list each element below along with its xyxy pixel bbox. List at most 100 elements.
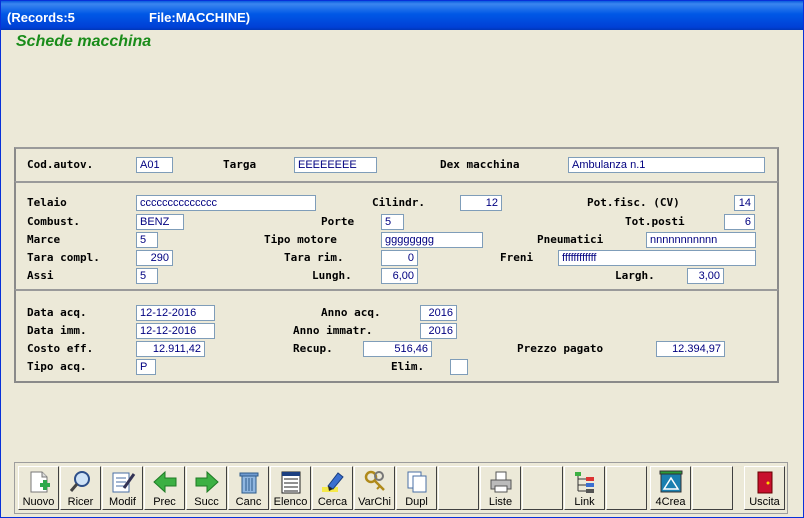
cerca-label: Cerca (317, 496, 348, 508)
header-panel: Cod.autov. A01 Targa EEEEEEEE Dex macchi… (14, 147, 779, 183)
keys-icon (364, 470, 385, 491)
recup-label: Recup. (293, 342, 333, 355)
combust-field[interactable]: BENZ (136, 214, 184, 230)
targa-field[interactable]: EEEEEEEE (294, 157, 377, 173)
lungh-label: Lungh. (312, 269, 352, 282)
costo-eff-field[interactable]: 12.911,42 (136, 341, 205, 357)
exit-door-icon (757, 471, 773, 494)
ricer-label: Ricer (67, 496, 94, 508)
tara-compl-label: Tara compl. (27, 251, 100, 264)
anno-immatr-field[interactable]: 2016 (420, 323, 457, 339)
empty-toolbar-slot (606, 466, 647, 510)
data-acq-field[interactable]: 12-12-2016 (136, 305, 215, 321)
cilindr-label: Cilindr. (372, 196, 425, 209)
canc-button[interactable]: Canc (228, 466, 269, 510)
telaio-label: Telaio (27, 196, 67, 209)
magnifier-icon (69, 471, 90, 492)
tipo-motore-field[interactable]: gggggggg (381, 232, 483, 248)
pneumatici-field[interactable]: nnnnnnnnnnn (646, 232, 756, 248)
anno-acq-label: Anno acq. (321, 306, 381, 319)
uscita-button[interactable]: Uscita (744, 466, 785, 510)
cod-autov-field[interactable]: A01 (136, 157, 173, 173)
highlighter-icon (322, 472, 344, 492)
pneumatici-label: Pneumatici (537, 233, 604, 246)
printer-icon (490, 471, 512, 493)
purchase-panel: Data acq. 12-12-2016 Anno acq. 2016 Data… (14, 289, 779, 383)
tot-posti-label: Tot.posti (625, 215, 685, 228)
porte-field[interactable]: 5 (381, 214, 404, 230)
link-label: Link (574, 496, 595, 508)
canc-label: Canc (235, 496, 262, 508)
title-bar[interactable]: (Records:5 File:MACCHINE) (1, 1, 803, 30)
pot-fisc-field[interactable]: 14 (734, 195, 755, 211)
liste-label: Liste (488, 496, 513, 508)
records-count: (Records:5 (7, 10, 75, 25)
cod-autov-label: Cod.autov. (27, 158, 94, 171)
succ-button[interactable]: Succ (186, 466, 227, 510)
cerca-button[interactable]: Cerca (312, 466, 353, 510)
largh-field[interactable]: 3,00 (687, 268, 724, 284)
porte-label: Porte (321, 215, 355, 228)
tot-posti-field[interactable]: 6 (724, 214, 755, 230)
data-imm-label: Data imm. (27, 324, 87, 337)
tara-rim-label: Tara rim. (284, 251, 344, 264)
list-icon (281, 471, 301, 494)
trash-icon (239, 472, 259, 494)
freni-field[interactable]: ffffffffffff (558, 250, 756, 266)
nuovo-button[interactable]: Nuovo (18, 466, 59, 510)
pot-fisc-label: Pot.fisc. (CV) (587, 196, 680, 209)
link-button[interactable]: Link (564, 466, 605, 510)
elim-label: Elim. (391, 360, 425, 373)
prezzo-pagato-field[interactable]: 12.394,97 (656, 341, 725, 357)
assi-label: Assi (27, 269, 54, 282)
anno-immatr-label: Anno immatr. (293, 324, 373, 337)
modif-button[interactable]: Modif (102, 466, 143, 510)
nuovo-label: Nuovo (22, 496, 55, 508)
tara-compl-field[interactable]: 290 (136, 250, 173, 266)
empty-toolbar-slot (438, 466, 479, 510)
prec-button[interactable]: Prec (144, 466, 185, 510)
telaio-field[interactable]: cccccccccccccc (136, 195, 316, 211)
new-document-icon (30, 471, 50, 493)
crea-button[interactable]: 4Crea (650, 466, 691, 510)
tree-link-icon (575, 472, 594, 493)
app-window: (Records:5 File:MACCHINE) Schede macchin… (0, 0, 804, 518)
data-imm-field[interactable]: 12-12-2016 (136, 323, 215, 339)
liste-button[interactable]: Liste (480, 466, 521, 510)
arrow-right-icon (195, 470, 219, 494)
tara-rim-field[interactable]: 0 (381, 250, 418, 266)
marce-label: Marce (27, 233, 61, 246)
empty-toolbar-slot (692, 466, 733, 510)
assi-field[interactable]: 5 (136, 268, 158, 284)
ricer-button[interactable]: Ricer (60, 466, 101, 510)
form-area: Schede macchina Cod.autov. A01 Targa EEE… (4, 30, 800, 516)
recup-field[interactable]: 516,46 (363, 341, 432, 357)
copy-icon (407, 471, 427, 493)
uscita-label: Uscita (749, 496, 780, 508)
page-title: Schede macchina (16, 33, 152, 50)
modif-label: Modif (109, 496, 136, 508)
elenco-label: Elenco (273, 496, 308, 508)
varchi-label: VarChi (358, 496, 391, 508)
tipo-acq-field[interactable]: P (136, 359, 156, 375)
varchi-button[interactable]: VarChi (354, 466, 395, 510)
cilindr-field[interactable]: 12 (460, 195, 502, 211)
lungh-field[interactable]: 6,00 (381, 268, 418, 284)
blueprint-icon (659, 470, 683, 493)
elim-field[interactable] (450, 359, 468, 375)
dex-macchina-field[interactable]: Ambulanza n.1 (568, 157, 765, 173)
targa-label: Targa (223, 158, 257, 171)
file-name: File:MACCHINE) (149, 10, 251, 25)
largh-label: Largh. (615, 269, 655, 282)
anno-acq-field[interactable]: 2016 (420, 305, 457, 321)
tipo-motore-label: Tipo motore (264, 233, 337, 246)
dex-macchina-label: Dex macchina (440, 158, 520, 171)
specs-panel: Telaio cccccccccccccc Cilindr. 12 Pot.fi… (14, 181, 779, 291)
combust-label: Combust. (27, 215, 80, 228)
dupl-button[interactable]: Dupl (396, 466, 437, 510)
freni-label: Freni (500, 251, 534, 264)
elenco-button[interactable]: Elenco (270, 466, 311, 510)
bottom-toolbar: Nuovo Ricer Modif Prec Succ Canc Elenco … (14, 462, 788, 514)
marce-field[interactable]: 5 (136, 232, 158, 248)
crea-label: 4Crea (655, 496, 686, 508)
